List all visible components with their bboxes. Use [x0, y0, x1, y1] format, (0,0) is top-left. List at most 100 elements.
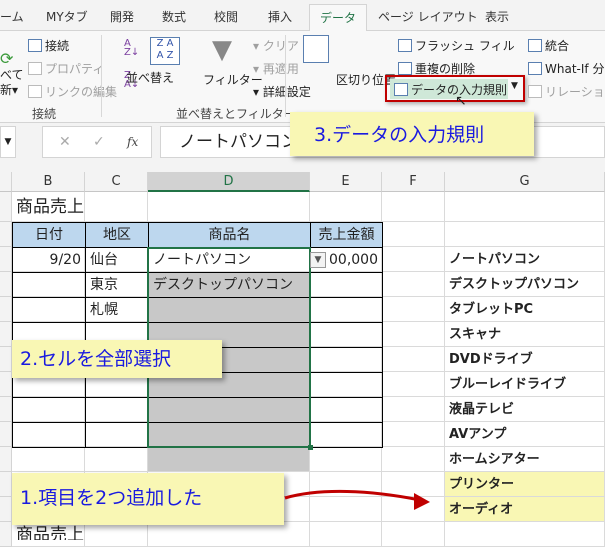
group-divider — [285, 35, 286, 117]
cell[interactable] — [382, 297, 445, 322]
cell[interactable] — [12, 447, 85, 472]
table-cell[interactable] — [310, 397, 383, 423]
group-sort-filter-label: 並べ替えとフィルター — [176, 107, 296, 121]
validation-dropdown-button[interactable]: ▼ — [310, 252, 326, 268]
cell[interactable] — [445, 192, 605, 222]
table-cell[interactable] — [310, 372, 383, 398]
column-header-B[interactable]: B — [12, 172, 85, 192]
cell[interactable] — [310, 192, 382, 222]
group-connections-label: 接続 — [32, 107, 57, 121]
consolidate-button[interactable]: 統合 — [528, 37, 569, 54]
cell[interactable] — [0, 347, 12, 372]
cancel-icon[interactable]: ✕ — [59, 127, 71, 157]
cell[interactable] — [310, 447, 382, 472]
column-header-E[interactable]: E — [310, 172, 382, 192]
cell[interactable] — [0, 322, 12, 347]
cell[interactable] — [382, 522, 445, 547]
clear-button[interactable]: ▾ クリア — [253, 37, 299, 54]
cell[interactable] — [0, 447, 12, 472]
column-header-G[interactable]: G — [445, 172, 605, 192]
tab-formulas[interactable]: 数式 — [162, 8, 186, 25]
connections-button[interactable]: 接続 — [28, 37, 69, 54]
column-header-C[interactable]: C — [85, 172, 148, 192]
column-header-F[interactable]: F — [382, 172, 445, 192]
corner-cell[interactable] — [0, 172, 12, 192]
refresh-all-button[interactable]: ⟳ べて 新▾ — [0, 51, 24, 98]
cell[interactable] — [445, 222, 605, 247]
table-cell[interactable]: 札幌 — [85, 297, 149, 323]
data-validation-dropdown[interactable]: ▼ — [511, 81, 518, 91]
tab-page-layout[interactable]: ページ レイアウト — [378, 8, 478, 25]
column-header-D[interactable]: D — [148, 172, 310, 192]
table-cell[interactable] — [85, 397, 149, 423]
arrow-icon — [284, 489, 430, 510]
table-cell[interactable] — [310, 297, 383, 323]
reapply-button[interactable]: ▾ 再適用 — [253, 60, 299, 77]
table-cell[interactable] — [310, 322, 383, 348]
tab-data[interactable]: データ — [309, 4, 368, 32]
enter-icon[interactable]: ✓ — [93, 127, 105, 157]
cell[interactable] — [0, 397, 12, 422]
cell[interactable] — [0, 497, 12, 522]
cell[interactable] — [382, 397, 445, 422]
cell[interactable] — [382, 347, 445, 372]
tab-review[interactable]: 校閲 — [214, 8, 238, 25]
table-cell[interactable] — [310, 422, 383, 448]
cell[interactable] — [85, 447, 148, 472]
tab-home[interactable]: ーム — [0, 8, 24, 25]
cell[interactable] — [382, 222, 445, 247]
what-if-button[interactable]: What-If 分 — [528, 60, 604, 77]
cell[interactable] — [382, 322, 445, 347]
cell[interactable] — [148, 192, 310, 222]
table-cell[interactable] — [12, 297, 86, 323]
table-cell[interactable]: 東京 — [85, 272, 149, 298]
cell[interactable] — [148, 522, 310, 547]
data-validation-button[interactable]: データの入力規則 — [390, 79, 508, 99]
flash-fill-button[interactable]: フラッシュ フィル — [398, 37, 515, 54]
table-cell[interactable]: 9/20 — [12, 247, 86, 273]
cell[interactable] — [0, 247, 12, 272]
fx-button[interactable]: fx — [127, 127, 138, 157]
sort-button[interactable]: 並べ替え — [126, 69, 174, 86]
table-cell[interactable] — [12, 422, 86, 448]
sort-az-icon[interactable]: A Z↓ — [124, 39, 139, 58]
table-cell[interactable] — [12, 272, 86, 298]
cell[interactable] — [382, 247, 445, 272]
cell[interactable] — [310, 522, 382, 547]
edit-links-button[interactable]: リンクの編集 — [28, 83, 117, 100]
fill-handle[interactable] — [308, 445, 313, 450]
cell[interactable] — [0, 297, 12, 322]
tab-view[interactable]: 表示 — [485, 8, 509, 25]
cell[interactable] — [0, 522, 12, 547]
callout-step1: 1.項目を2つ追加した — [12, 473, 284, 525]
cell[interactable] — [0, 472, 12, 497]
reapply-icon: ▾ — [253, 62, 263, 76]
clear-label: クリア — [262, 39, 299, 53]
table-cell[interactable] — [310, 347, 383, 373]
relationships-button[interactable]: リレーションシ — [528, 83, 605, 100]
advanced-filter-button[interactable]: ▾ 詳細設定 — [253, 83, 311, 100]
cell[interactable] — [382, 422, 445, 447]
ribbon: ⟳ べて 新▾ 接続 プロパティ リンクの編集 接続 A Z↓ Z A↓ Z AA Z … — [0, 31, 605, 123]
properties-button[interactable]: プロパティ — [28, 60, 104, 77]
cell[interactable] — [382, 192, 445, 222]
tab-insert[interactable]: 挿入 — [268, 8, 292, 25]
cell[interactable] — [382, 372, 445, 397]
name-box-dropdown[interactable]: ▼ — [0, 126, 16, 158]
table-cell[interactable] — [310, 272, 383, 298]
cell[interactable] — [445, 522, 605, 547]
table-cell[interactable] — [85, 422, 149, 448]
cell[interactable] — [0, 192, 12, 222]
cell[interactable] — [0, 422, 12, 447]
tab-developer[interactable]: 開発 — [110, 8, 134, 25]
cell[interactable] — [0, 222, 12, 247]
list-item: スキャナ — [449, 327, 502, 342]
tab-mytab[interactable]: MYタブ — [46, 8, 88, 25]
cell[interactable] — [382, 447, 445, 472]
table-cell[interactable]: 仙台 — [85, 247, 149, 273]
cell[interactable] — [382, 272, 445, 297]
cell[interactable] — [0, 372, 12, 397]
table-cell[interactable] — [12, 397, 86, 423]
cell[interactable] — [0, 272, 12, 297]
cell[interactable] — [148, 447, 310, 472]
